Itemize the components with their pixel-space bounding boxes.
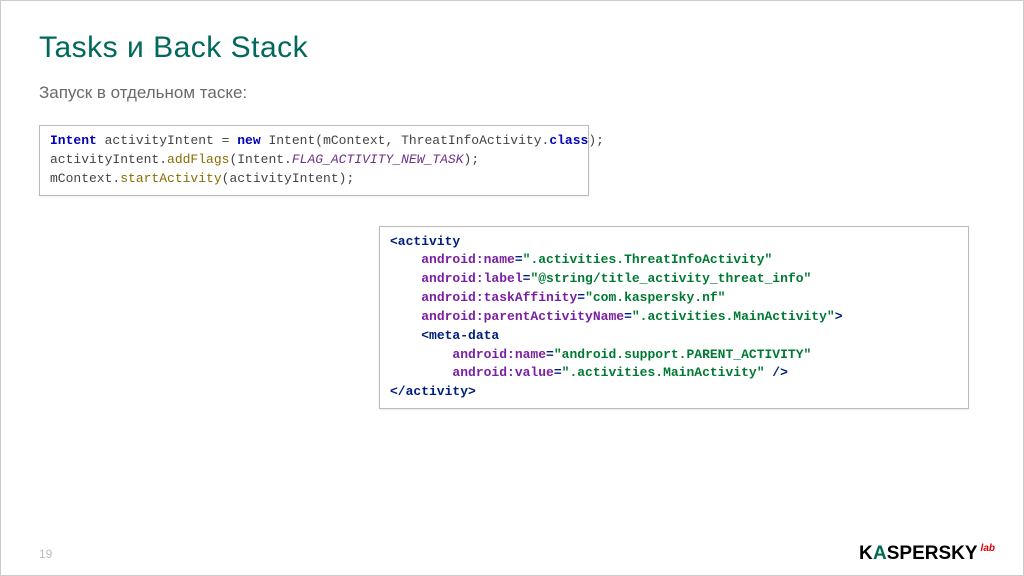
meta-val-name: "android.support.PARENT_ACTIVITY" [554, 347, 811, 362]
tag-meta-open: <meta-data [421, 328, 499, 343]
attr-affinity: android:taskAffinity [421, 290, 577, 305]
line3-pre: mContext. [50, 171, 120, 186]
val-label: "@string/title_activity_threat_info" [530, 271, 811, 286]
field-flag: FLAG_ACTIVITY_NEW_TASK [292, 152, 464, 167]
keyword-new: new [237, 133, 260, 148]
indent-guide [390, 271, 421, 286]
line3-end: (activityIntent); [222, 171, 355, 186]
val-parent: ".activities.MainActivity" [632, 309, 835, 324]
kaspersky-logo: KASPERSKYlab [859, 543, 995, 565]
logo-lab: lab [981, 543, 995, 554]
indent-guide [390, 252, 421, 267]
indent-guide [390, 328, 421, 343]
tag-activity-close: </activity> [390, 384, 476, 399]
equals: = [214, 133, 237, 148]
attr-name: android:name [421, 252, 515, 267]
line1-end: ); [588, 133, 604, 148]
meta-selfclose: /> [765, 365, 788, 380]
indent-guide [390, 290, 421, 305]
line2-end: ); [464, 152, 480, 167]
line1-rest: Intent(mContext, ThreatInfoActivity. [261, 133, 550, 148]
meta-val-value: ".activities.MainActivity" [562, 365, 765, 380]
attr-parent: android:parentActivityName [421, 309, 624, 324]
meta-attr-name: android:name [452, 347, 546, 362]
slide: Tasks и Back Stack Запуск в отдельном та… [0, 0, 1024, 576]
indent-guide [390, 309, 421, 324]
logo-letter-a: A [873, 543, 887, 564]
attr-label: android:label [421, 271, 522, 286]
xml-code-block: <activity android:name=".activities.Thre… [379, 226, 969, 410]
method-addflags: addFlags [167, 152, 229, 167]
indent-guide [390, 365, 452, 380]
keyword-intent: Intent [50, 133, 97, 148]
val-affinity: "com.kaspersky.nf" [585, 290, 725, 305]
logo-letter-k: K [859, 543, 873, 564]
slide-subtitle: Запуск в отдельном таске: [39, 83, 985, 103]
meta-attr-value: android:value [452, 365, 553, 380]
line2-pre: activityIntent. [50, 152, 167, 167]
tag-activity-open: <activity [390, 234, 460, 249]
indent-guide [390, 347, 452, 362]
logo-rest: SPERSKY [887, 543, 978, 564]
java-code-block: Intent activityIntent = new Intent(mCont… [39, 125, 589, 196]
line2-mid: (Intent. [229, 152, 291, 167]
close-bracket: > [835, 309, 843, 324]
page-number: 19 [39, 547, 52, 561]
keyword-class: class [549, 133, 588, 148]
slide-title: Tasks и Back Stack [39, 31, 985, 65]
variable-name: activityIntent [105, 133, 214, 148]
method-start: startActivity [120, 171, 221, 186]
val-name: ".activities.ThreatInfoActivity" [523, 252, 773, 267]
